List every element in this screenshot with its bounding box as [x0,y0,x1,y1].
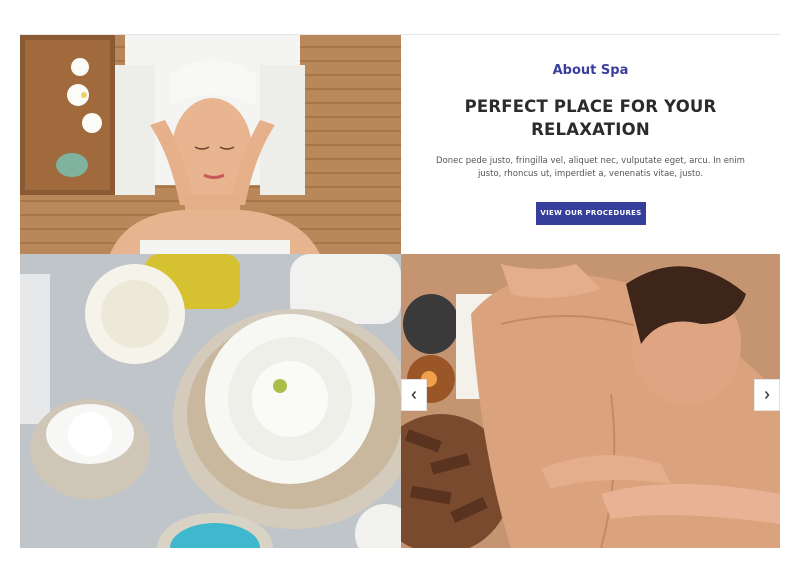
chevron-left-icon [411,391,417,399]
about-description: Donec pede justo, fringilla vel, aliquet… [436,156,745,179]
about-heading-line-2: RELAXATION [531,120,650,139]
chevron-right-icon [764,391,770,399]
about-heading: PERFECT PLACE FOR YOUR RELAXATION [441,95,740,141]
about-heading-line-1: PERFECT PLACE FOR YOUR [464,97,717,116]
about-spa-panel: About Spa PERFECT PLACE FOR YOUR RELAXAT… [401,35,780,254]
view-procedures-button[interactable]: VIEW OUR PROCEDURES [536,202,646,225]
flower-bowl-illustration [20,254,401,548]
slider-next-button[interactable] [754,379,780,411]
about-eyebrow: About Spa [552,63,629,78]
spa-facial-photo [20,35,401,254]
massage-illustration [401,254,780,548]
spa-flower-bowl-photo [20,254,401,548]
slider-prev-button[interactable] [401,379,427,411]
spa-back-massage-photo [401,254,780,548]
facial-photo-illustration [20,35,401,254]
